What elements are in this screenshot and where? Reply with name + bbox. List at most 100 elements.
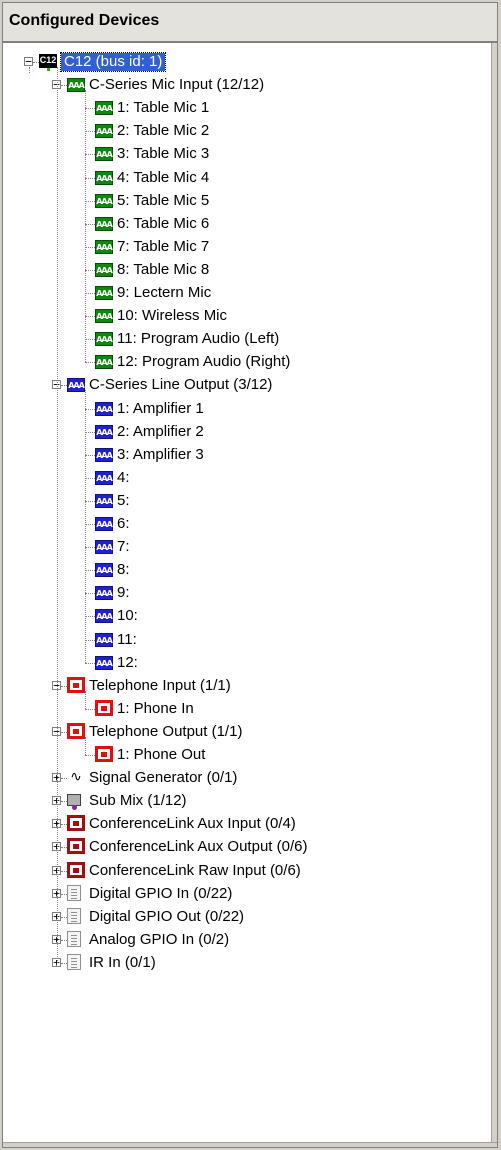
tree-leaf-line_out[interactable]: AAA 9:	[3, 582, 491, 604]
tree-node-collapsed[interactable]: + Digital GPIO In (0/22)	[3, 883, 491, 905]
mic-input-icon: AAA	[67, 78, 85, 93]
tree-leaf-mic[interactable]: AAA 5: Table Mic 5	[3, 190, 491, 212]
panel-header: Configured Devices	[3, 3, 497, 43]
mic-channel-icon: AAA	[95, 101, 113, 116]
tree-leaf-label: 1: Table Mic 1	[117, 99, 210, 117]
tree-node-c12[interactable]: − C12 C12 (bus id: 1)	[3, 51, 491, 73]
tree-leaf-label: 2: Amplifier 2	[117, 422, 204, 440]
tree-leaf-label: 6:	[117, 515, 130, 532]
output-channel-icon: AAA	[95, 632, 113, 647]
tree-leaf-label: 7:	[117, 538, 130, 556]
tree-leaf-label: 11: Program Audio (Left)	[117, 330, 280, 348]
tree-leaf-label: 11:	[117, 630, 137, 648]
tree-leaf-label: 6: Table Mic 6	[117, 214, 210, 232]
tree-leaf-mic[interactable]: AAA 3: Table Mic 3	[3, 143, 491, 165]
gpio-icon	[67, 930, 81, 947]
line-output-icon: AAA	[67, 378, 85, 393]
horizontal-scrollbar-edge	[3, 1142, 497, 1147]
conferencelink-icon	[67, 838, 85, 855]
output-channel-icon: AAA	[95, 517, 113, 531]
tree-leaf-tel_out[interactable]: 1: Phone Out	[3, 744, 491, 766]
tree-node-collapsed[interactable]: + Analog GPIO In (0/2)	[3, 929, 491, 951]
tree-node-tel_out[interactable]: − Telephone Output (1/1)	[3, 721, 491, 743]
tree-node-line_out[interactable]: − AAA C-Series Line Output (3/12)	[3, 374, 491, 396]
tree-leaf-line_out[interactable]: AAA 3: Amplifier 3	[3, 444, 491, 466]
tree-leaf-mic[interactable]: AAA 4: Table Mic 4	[3, 167, 491, 189]
tree-leaf-line_out[interactable]: AAA 12:	[3, 652, 491, 674]
output-channel-icon: AAA	[95, 401, 113, 416]
tree-node-label: IR In (0/1)	[89, 953, 156, 971]
tree-node-collapsed[interactable]: + Sub Mix (1/12)	[3, 790, 491, 812]
tree-node-label: ConferenceLink Aux Input (0/4)	[89, 815, 296, 833]
tree-node-label: Digital GPIO In (0/22)	[89, 884, 233, 902]
tree-node-collapsed[interactable]: + IR In (0/1)	[3, 952, 491, 974]
output-channel-icon: AAA	[95, 586, 113, 601]
tree-leaf-mic[interactable]: AAA 11: Program Audio (Left)	[3, 328, 491, 350]
device-tree[interactable]: − C12 C12 (bus id: 1) − AAA C-Series Mic Inpu…	[3, 43, 491, 1142]
tree-leaf-mic[interactable]: AAA 12: Program Audio (Right)	[3, 351, 491, 373]
tree-node-label: C12 (bus id: 1)	[59, 52, 167, 72]
tree-node-collapsed[interactable]: + ConferenceLink Raw Input (0/6)	[3, 860, 491, 882]
tree-node-collapsed[interactable]: + Digital GPIO Out (0/22)	[3, 906, 491, 928]
output-channel-icon: AAA	[95, 447, 113, 462]
tree-leaf-line_out[interactable]: AAA 5:	[3, 490, 491, 512]
mic-channel-icon: AAA	[95, 124, 113, 139]
tree-guide-line	[29, 67, 30, 73]
tree-leaf-line_out[interactable]: AAA 7:	[3, 536, 491, 558]
mic-channel-icon: AAA	[95, 332, 113, 347]
tree-leaf-label: 1: Amplifier 1	[117, 399, 204, 417]
tree-leaf-mic[interactable]: AAA 6: Table Mic 6	[3, 213, 491, 235]
tree-node-collapsed[interactable]: + ∿ Signal Generator (0/1)	[3, 767, 491, 789]
tree-leaf-label: 4: Table Mic 4	[117, 168, 210, 186]
tree-leaf-label: 1: Phone Out	[117, 746, 206, 763]
output-channel-icon: AAA	[95, 470, 113, 485]
vertical-scrollbar-edge	[491, 43, 497, 1147]
tree-leaf-line_out[interactable]: AAA 1: Amplifier 1	[3, 398, 491, 420]
tree-node-label: Telephone Input (1/1)	[89, 676, 231, 694]
tree-leaf-line_out[interactable]: AAA 11:	[3, 629, 491, 651]
sub-mix-icon	[67, 794, 81, 811]
tree-guide-line	[85, 736, 86, 755]
tree-leaf-label: 9:	[117, 584, 130, 602]
tree-leaf-label: 7: Table Mic 7	[117, 237, 210, 255]
telephone-channel-icon	[95, 746, 113, 762]
tree-node-label: C-Series Mic Input (12/12)	[89, 76, 265, 94]
tree-leaf-mic[interactable]: AAA 10: Wireless Mic	[3, 305, 491, 327]
tree-leaf-label: 8: Table Mic 8	[117, 260, 210, 278]
tree-leaf-line_out[interactable]: AAA 2: Amplifier 2	[3, 421, 491, 443]
tree-leaf-line_out[interactable]: AAA 8:	[3, 559, 491, 581]
tree-guide-line	[85, 90, 86, 363]
telephone-channel-icon	[95, 699, 113, 716]
tree-leaf-line_out[interactable]: AAA 10:	[3, 605, 491, 627]
tree-leaf-mic[interactable]: AAA 1: Table Mic 1	[3, 97, 491, 119]
tree-node-tel_in[interactable]: − Telephone Input (1/1)	[3, 675, 491, 697]
tree-node-mic[interactable]: − AAA C-Series Mic Input (12/12)	[3, 74, 491, 96]
tree-node-label: ConferenceLink Raw Input (0/6)	[89, 861, 301, 879]
mic-channel-icon: AAA	[95, 309, 113, 324]
tree-node-label: Signal Generator (0/1)	[89, 769, 238, 787]
tree-leaf-line_out[interactable]: AAA 4:	[3, 467, 491, 489]
tree-node-label: Digital GPIO Out (0/22)	[89, 907, 245, 925]
tree-guide-line	[57, 67, 58, 963]
tree-leaf-label: 4:	[117, 468, 130, 486]
tree-leaf-line_out[interactable]: AAA 6:	[3, 513, 491, 535]
tree-node-label: Sub Mix (1/12)	[89, 792, 187, 810]
mic-channel-icon: AAA	[95, 355, 113, 370]
conferencelink-icon	[67, 861, 85, 878]
tree-node-collapsed[interactable]: + ConferenceLink Aux Input (0/4)	[3, 813, 491, 835]
tree-leaf-label: 3: Amplifier 3	[117, 445, 204, 463]
tree-leaf-mic[interactable]: AAA 8: Table Mic 8	[3, 259, 491, 281]
tree-leaf-label: 12: Program Audio (Right)	[117, 353, 291, 371]
tree-leaf-mic[interactable]: AAA 2: Table Mic 2	[3, 120, 491, 142]
tree-node-label: Telephone Output (1/1)	[89, 722, 243, 740]
tree-leaf-label: 3: Table Mic 3	[117, 145, 210, 163]
tree-leaf-tel_in[interactable]: 1: Phone In	[3, 698, 491, 720]
tree-leaf-label: 5:	[117, 491, 130, 509]
tree-leaf-mic[interactable]: AAA 9: Lectern Mic	[3, 282, 491, 304]
mic-channel-icon: AAA	[95, 262, 113, 277]
tree-leaf-mic[interactable]: AAA 7: Table Mic 7	[3, 236, 491, 258]
tree-node-collapsed[interactable]: + ConferenceLink Aux Output (0/6)	[3, 836, 491, 858]
output-channel-icon: AAA	[95, 609, 113, 624]
collapse-toggle[interactable]: −	[24, 56, 33, 67]
output-channel-icon: AAA	[95, 493, 113, 508]
